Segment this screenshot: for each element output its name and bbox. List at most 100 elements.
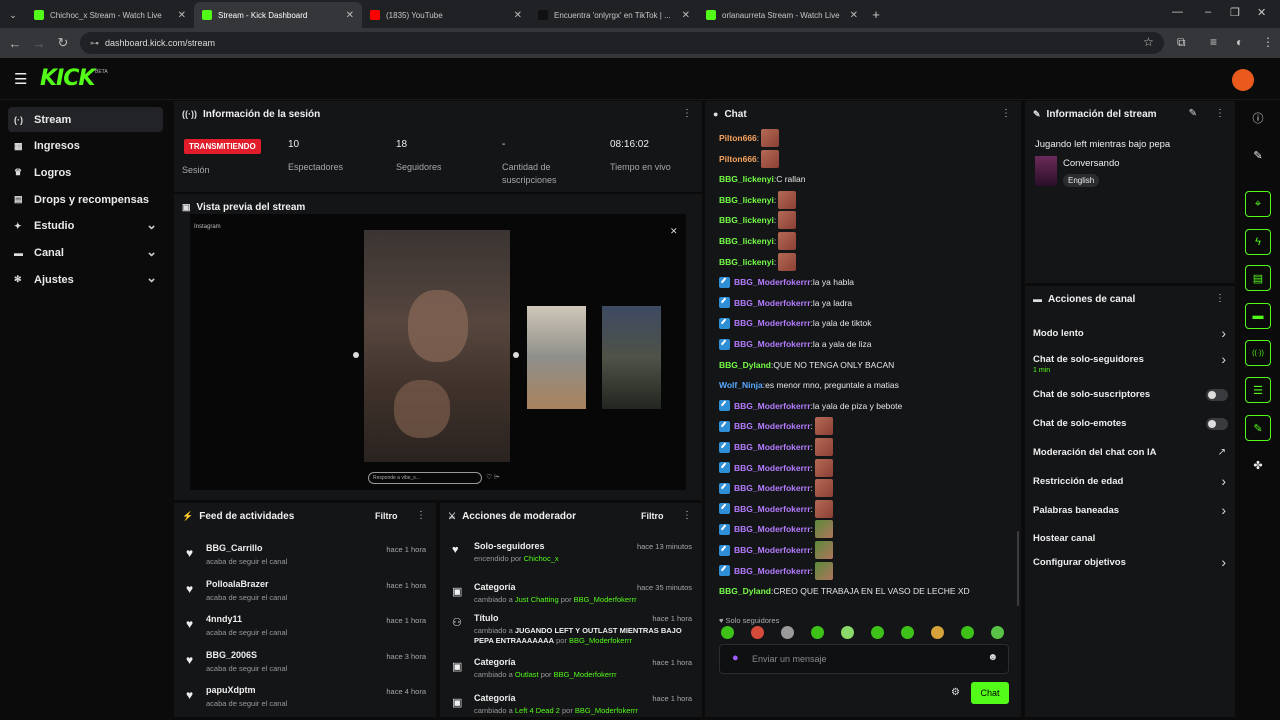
stream-info-menu-icon[interactable]: ⋮: [1215, 108, 1225, 119]
site-info-icon[interactable]: ⊶: [90, 38, 99, 49]
browser-tab[interactable]: orlanaurreta Stream - Watch Live ✕: [698, 2, 866, 28]
url-field[interactable]: ⊶ dashboard.kick.com/stream: [80, 32, 1164, 54]
browser-menu-icon[interactable]: ⋮: [1262, 35, 1274, 49]
quick-emote-icon[interactable]: [721, 626, 734, 639]
toggle-switch[interactable]: [1206, 389, 1228, 401]
toggle-switch[interactable]: [1206, 418, 1228, 430]
edit-stream-info-icon[interactable]: ✎: [1189, 108, 1197, 119]
sidebar-item[interactable]: ✦ Estudio ⌄: [8, 214, 163, 239]
mod-action-link[interactable]: Chichoc_x: [524, 554, 559, 563]
chat-scrollbar[interactable]: [1017, 531, 1019, 606]
tab-close-icon[interactable]: ✕: [850, 10, 858, 21]
hamburger-menu-icon[interactable]: ☰: [14, 70, 27, 88]
channel-action-item[interactable]: Restricción de edad ›: [1033, 472, 1228, 494]
chat-username[interactable]: Wolf_Ninja: [719, 380, 763, 390]
chat-icon[interactable]: ▬: [1245, 303, 1271, 329]
clipboard-icon[interactable]: ▤: [1245, 265, 1271, 291]
emoji-icon[interactable]: ☻: [987, 652, 998, 663]
chat-username[interactable]: BBG_Moderfokerrr: [734, 277, 811, 287]
chat-username[interactable]: BBG_Moderfokerrr: [734, 566, 811, 576]
chat-send-button[interactable]: Chat: [971, 682, 1009, 704]
profile-icon[interactable]: ◐: [1236, 35, 1243, 49]
back-icon[interactable]: ←: [3, 36, 27, 51]
tab-search-icon[interactable]: ⌄: [0, 2, 26, 28]
chat-username[interactable]: Pilton666: [719, 133, 757, 143]
chat-username[interactable]: BBG_Moderfokerrr: [734, 318, 811, 328]
tab-close-icon[interactable]: ✕: [178, 10, 186, 21]
quick-emote-icon[interactable]: [871, 626, 884, 639]
feed-user[interactable]: BBG_2006S: [206, 650, 257, 660]
mod-action-link[interactable]: BBG_Moderfokerrr: [554, 670, 617, 679]
pencil-icon[interactable]: ✎: [1245, 142, 1271, 168]
reading-list-icon[interactable]: ≡: [1210, 35, 1217, 49]
tab-close-icon[interactable]: ✕: [346, 10, 354, 21]
channel-action-item[interactable]: Modo lento ›: [1033, 324, 1228, 346]
browser-tab[interactable]: Encuentra 'onlyrgx' en TikTok | ... ✕: [530, 2, 698, 28]
chat-username[interactable]: BBG_Moderfokerrr: [734, 524, 811, 534]
browser-tab[interactable]: Stream - Kick Dashboard ✕: [194, 2, 362, 28]
mod-filter-button[interactable]: Filtro: [641, 511, 664, 521]
extensions-icon[interactable]: ⧉: [1177, 35, 1186, 50]
chat-username[interactable]: BBG_Moderfokerrr: [734, 298, 811, 308]
mod-action-link[interactable]: BBG_Moderfokerrr: [575, 706, 638, 715]
feed-filter-button[interactable]: Filtro: [375, 511, 398, 521]
feed-user[interactable]: BBG_Carrillo: [206, 543, 263, 553]
mod-action-link[interactable]: Left 4 Dead 2: [515, 706, 560, 715]
info-icon[interactable]: ⓘ: [1245, 105, 1271, 131]
quick-emote-icon[interactable]: [811, 626, 824, 639]
user-avatar[interactable]: [1232, 69, 1254, 91]
quick-emote-icon[interactable]: [781, 626, 794, 639]
feed-user[interactable]: PolloalaBrazer: [206, 579, 269, 589]
new-tab-icon[interactable]: +: [866, 7, 886, 22]
chat-menu-icon[interactable]: ⋮: [1001, 108, 1011, 119]
browser-tab[interactable]: Chichoc_x Stream - Watch Live ✕: [26, 2, 194, 28]
channel-action-item[interactable]: Chat de solo-emotes: [1033, 414, 1228, 436]
sidebar-item[interactable]: ♛ Logros: [8, 160, 163, 185]
sidebar-item[interactable]: (·) Stream: [8, 107, 163, 132]
chat-username[interactable]: BBG_lickenyi: [719, 195, 774, 205]
channel-action-item[interactable]: Chat de solo-suscriptores: [1033, 385, 1228, 407]
channel-action-item[interactable]: Hostear canal: [1033, 529, 1228, 551]
maximize-icon[interactable]: ❐: [1230, 6, 1240, 19]
close-window-icon[interactable]: ✕: [1257, 6, 1266, 19]
sidebar-item[interactable]: ✻ Ajustes ⌄: [8, 267, 163, 292]
wrench-icon[interactable]: ✎: [1245, 415, 1271, 441]
chat-username[interactable]: BBG_lickenyi: [719, 174, 774, 184]
chat-username[interactable]: BBG_Moderfokerrr: [734, 442, 811, 452]
sidebar-item[interactable]: ▦ Ingresos: [8, 134, 163, 159]
bookmark-star-icon[interactable]: ☆: [1143, 35, 1154, 49]
mod-action-link[interactable]: Outlast: [515, 670, 539, 679]
channel-action-item[interactable]: Palabras baneadas ›: [1033, 501, 1228, 523]
chat-username[interactable]: BBG_Moderfokerrr: [734, 339, 811, 349]
session-menu-icon[interactable]: ⋮: [682, 108, 692, 119]
chat-username[interactable]: BBG_lickenyi: [719, 257, 774, 267]
channel-action-item[interactable]: Moderación del chat con IA ↗: [1033, 443, 1228, 465]
mod-action-link[interactable]: BBG_Moderfokerrr: [569, 636, 632, 645]
tab-close-icon[interactable]: ✕: [682, 10, 690, 21]
chat-username[interactable]: BBG_Dyland: [719, 586, 771, 596]
emote-picker-icon[interactable]: ●: [732, 652, 739, 664]
chat-username[interactable]: Pilton666: [719, 154, 757, 164]
minimize-icon[interactable]: —: [1172, 6, 1183, 18]
quick-emote-icon[interactable]: [901, 626, 914, 639]
mod-action-link[interactable]: Just Chatting: [515, 595, 559, 604]
chat-username[interactable]: BBG_lickenyi: [719, 215, 774, 225]
kick-logo[interactable]: KICK: [40, 66, 95, 91]
feed-menu-icon[interactable]: ⋮: [416, 510, 426, 521]
sidebar-item[interactable]: ▬ Canal ⌄: [8, 241, 163, 266]
sidebar-item[interactable]: ▤ Drops y recompensas: [8, 187, 163, 212]
quick-emote-icon[interactable]: [751, 626, 764, 639]
channel-actions-menu-icon[interactable]: ⋮: [1215, 293, 1225, 304]
quick-emote-icon[interactable]: [931, 626, 944, 639]
target-icon[interactable]: ⌖: [1245, 191, 1271, 217]
feed-user[interactable]: papuXdptm: [206, 685, 256, 695]
mod-menu-icon[interactable]: ⋮: [682, 510, 692, 521]
chat-username[interactable]: BBG_Moderfokerrr: [734, 545, 811, 555]
chat-message-input[interactable]: ● Enviar un mensaje ☻: [719, 644, 1009, 674]
forward-icon[interactable]: →: [27, 36, 51, 51]
reload-icon[interactable]: ↻: [51, 35, 75, 51]
tab-close-icon[interactable]: ✕: [514, 10, 522, 21]
bolt-icon[interactable]: ϟ: [1245, 229, 1271, 255]
chat-username[interactable]: BBG_Moderfokerrr: [734, 401, 811, 411]
chat-username[interactable]: BBG_Moderfokerrr: [734, 483, 811, 493]
